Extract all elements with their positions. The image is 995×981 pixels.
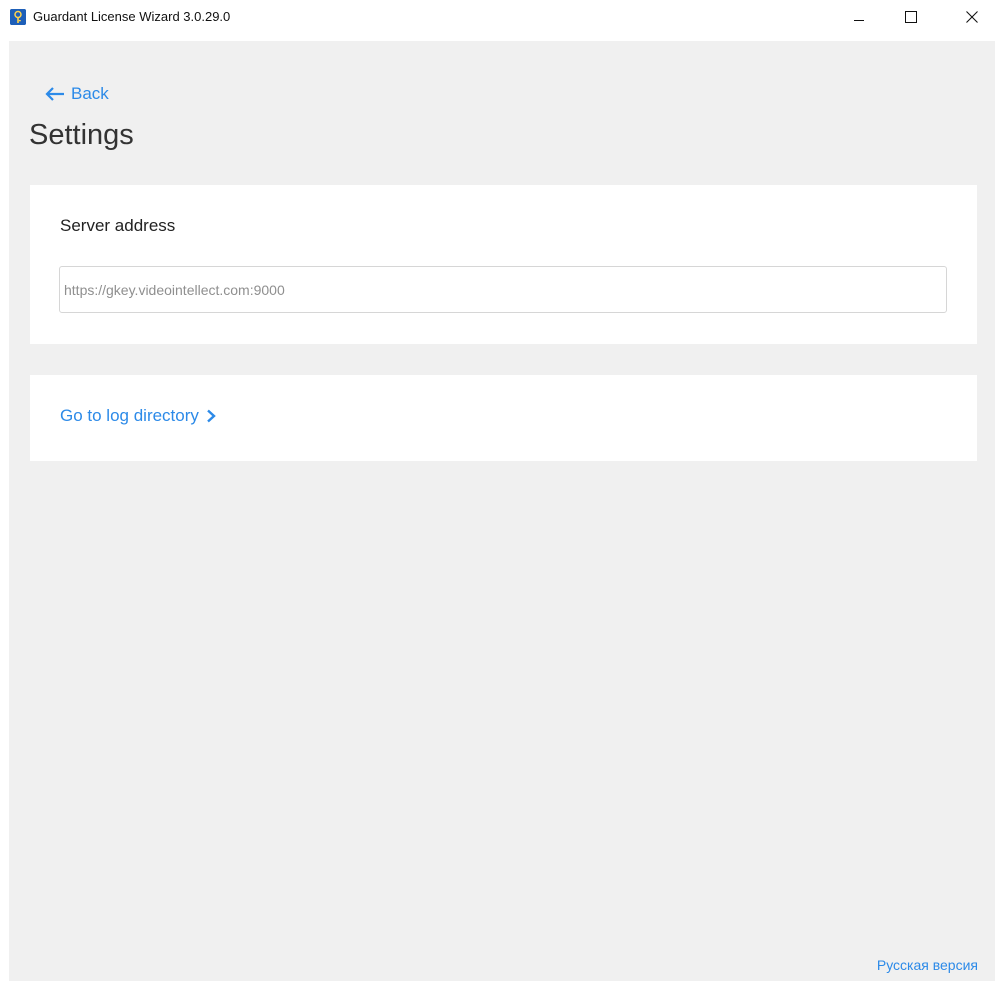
- app-icon: [10, 9, 26, 25]
- minimize-icon: [854, 20, 864, 21]
- log-directory-card: Go to log directory: [30, 375, 977, 461]
- page-title: Settings: [29, 119, 134, 151]
- server-address-label: Server address: [60, 216, 176, 235]
- minimize-button[interactable]: [836, 0, 882, 34]
- arrow-left-icon: [45, 87, 64, 101]
- server-address-input[interactable]: [59, 266, 947, 313]
- settings-content: Back Settings Server address Go to log d…: [9, 41, 995, 981]
- maximize-button[interactable]: [888, 0, 934, 34]
- close-button[interactable]: [949, 0, 995, 34]
- language-switch-link[interactable]: Русская версия: [877, 956, 978, 974]
- window-title: Guardant License Wizard 3.0.29.0: [33, 9, 231, 24]
- chevron-right-icon: [207, 409, 216, 423]
- close-icon: [966, 11, 978, 23]
- server-address-card: Server address: [30, 185, 977, 344]
- maximize-icon: [905, 11, 917, 23]
- back-label: Back: [71, 84, 109, 103]
- log-directory-label: Go to log directory: [60, 406, 199, 425]
- app-window: Guardant License Wizard 3.0.29.0 Back Se…: [0, 0, 995, 981]
- title-bar[interactable]: Guardant License Wizard 3.0.29.0: [0, 0, 995, 40]
- back-link[interactable]: Back: [45, 83, 109, 105]
- log-directory-link[interactable]: Go to log directory: [60, 405, 216, 427]
